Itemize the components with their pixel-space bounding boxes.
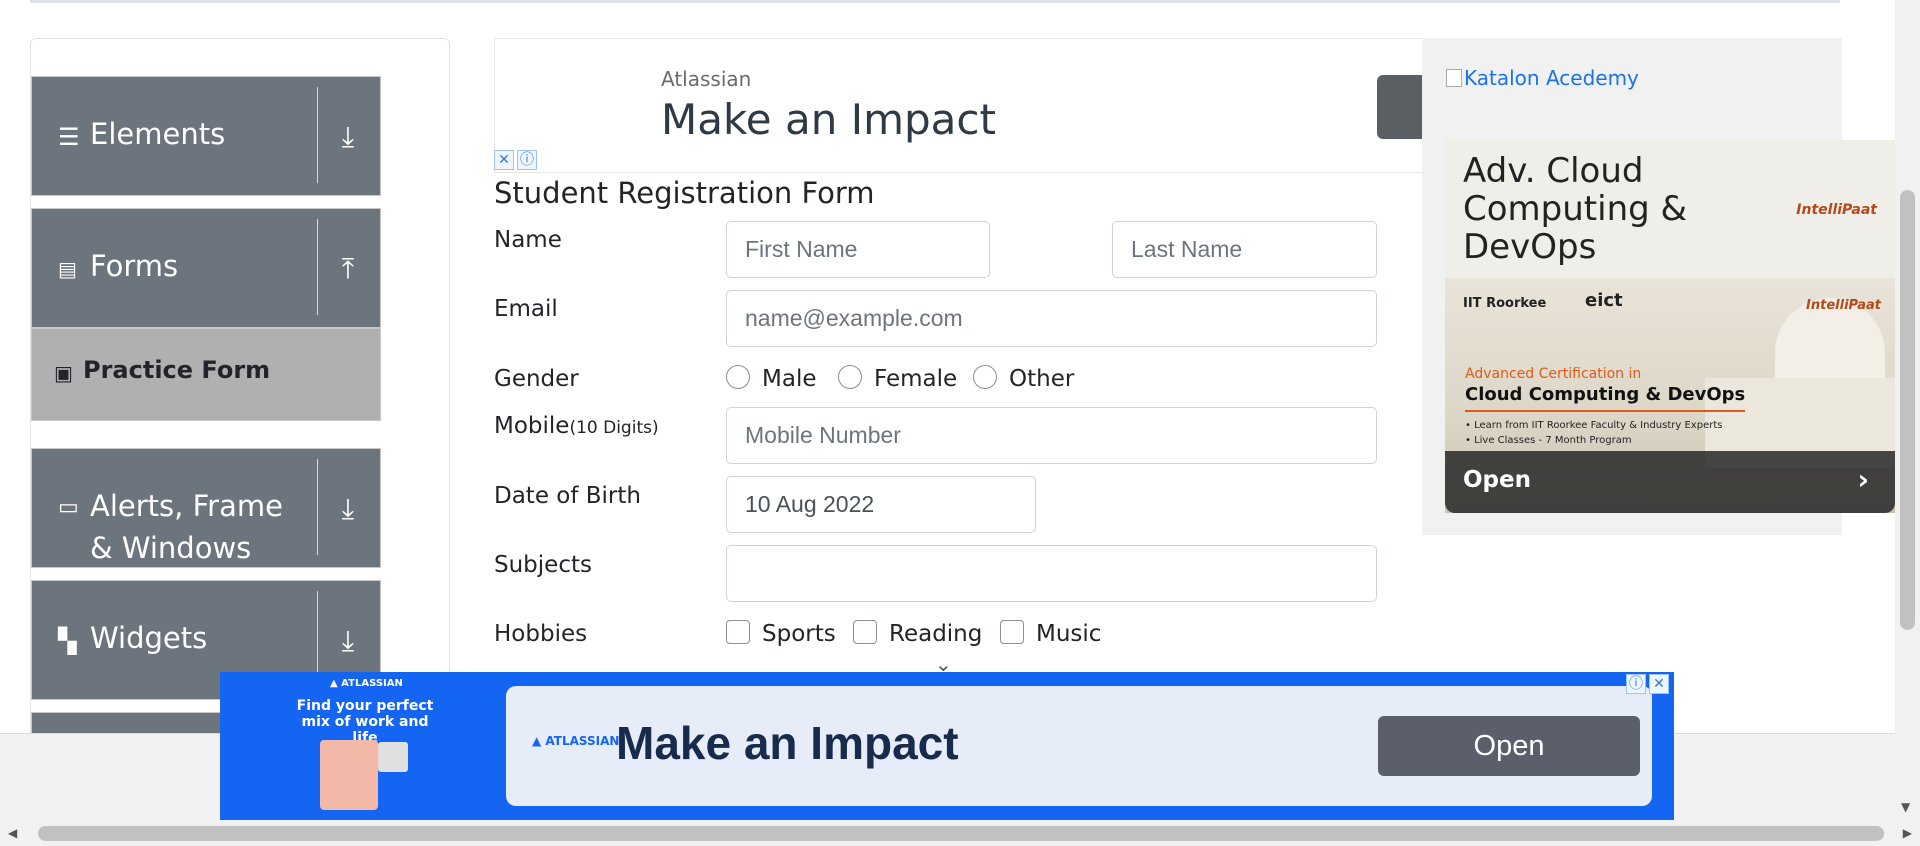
ad-cta-button[interactable] <box>1377 75 1425 139</box>
ad-brand: Atlassian <box>661 67 752 91</box>
page-title: Student Registration Form <box>494 176 875 210</box>
cloud-course-ad[interactable]: Adv. Cloud Computing & DevOps IntelliPaa… <box>1445 140 1895 513</box>
mobile-label-text: Mobile <box>494 413 570 439</box>
sidebar-group-alerts[interactable]: ▭ Alerts, Frame & Windows ⤓ <box>31 448 381 568</box>
bottom-ad-banner[interactable]: ▲ ATLASSIAN Find your perfect mix of wor… <box>220 672 1674 820</box>
page: ☰ Elements ⤓ ▤ Forms ⤒ ▣ Practice Form ▭… <box>0 0 1920 846</box>
hobby-sports-checkbox[interactable] <box>726 620 750 644</box>
hobby-reading-checkbox[interactable] <box>853 620 877 644</box>
ad-photo-small <box>378 742 408 772</box>
email-label: Email <box>494 296 558 322</box>
broken-image-icon <box>1446 69 1462 87</box>
divider <box>317 459 318 555</box>
sidebar-group-label: Forms <box>90 249 179 283</box>
atlassian-logo: ▲ ATLASSIAN <box>330 678 403 689</box>
eict-logo: eict <box>1585 290 1623 311</box>
ad-underline <box>1465 410 1745 412</box>
katalon-ad-alt-text: Katalon Acedemy <box>1464 66 1639 90</box>
chevron-up-icon[interactable]: ⤒ <box>330 255 366 283</box>
ad-subtitle: Advanced Certification in <box>1465 366 1642 382</box>
gender-label: Gender <box>494 366 579 392</box>
mobile-hint: (10 Digits) <box>569 418 659 438</box>
gender-male-label[interactable]: Male <box>762 366 816 392</box>
hobby-music-label[interactable]: Music <box>1036 621 1101 647</box>
ad-main-panel: ▲ ATLASSIAN Make an Impact Open <box>506 686 1652 806</box>
chevron-down-icon[interactable]: ⤓ <box>330 627 366 655</box>
intellipaat-logo: IntelliPaat <box>1796 202 1877 218</box>
form-icon: ▣ <box>54 361 73 385</box>
sidebar-group-forms[interactable]: ▤ Forms ⤒ <box>31 208 381 328</box>
scroll-down-arrow-icon[interactable]: ▼ <box>1901 800 1910 814</box>
top-divider <box>30 0 1840 3</box>
divider <box>317 87 318 183</box>
info-icon[interactable]: ⓘ <box>1626 674 1646 694</box>
intellipaat-logo: IntelliPaat <box>1806 298 1881 313</box>
subjects-input[interactable] <box>726 545 1377 602</box>
last-name-input[interactable]: Last Name <box>1112 221 1377 278</box>
sidebar-item-practice-form[interactable]: ▣ Practice Form <box>31 328 381 421</box>
dob-label: Date of Birth <box>494 483 641 509</box>
sidebar-group-label: Alerts, Frame & Windows <box>90 489 283 565</box>
scroll-right-arrow-icon[interactable]: ▶ <box>1903 826 1912 840</box>
hobby-reading-label[interactable]: Reading <box>889 621 982 647</box>
ad-photo <box>320 740 378 810</box>
scrollbar-thumb[interactable] <box>1900 190 1915 630</box>
hamburger-icon: ☰ <box>58 123 80 151</box>
first-name-input[interactable]: First Name <box>726 221 990 278</box>
ad-headline: Make an Impact <box>661 95 996 144</box>
close-icon[interactable]: ✕ <box>494 150 514 170</box>
scroll-left-arrow-icon[interactable]: ◀ <box>8 826 17 840</box>
chevron-down-icon[interactable]: ⤓ <box>330 495 366 523</box>
mobile-input[interactable]: Mobile Number <box>726 407 1377 464</box>
horizontal-scrollbar[interactable]: ◀ ▶ <box>0 821 1920 846</box>
atlassian-logo: ▲ ATLASSIAN <box>532 734 620 748</box>
gender-other-radio[interactable] <box>973 365 997 389</box>
email-input[interactable]: name@example.com <box>726 290 1377 347</box>
document-icon: ▤ <box>58 257 77 281</box>
hobby-sports-label[interactable]: Sports <box>762 621 836 647</box>
chevron-right-icon: › <box>1857 463 1869 496</box>
sidebar-group-label: Elements <box>90 117 226 151</box>
info-icon[interactable]: ⓘ <box>517 150 537 170</box>
ad-controls: ✕ ⓘ <box>494 150 537 170</box>
gender-female-radio[interactable] <box>838 365 862 389</box>
ad-open-label: Open <box>1463 467 1531 493</box>
ad-course-name: Cloud Computing & DevOps <box>1465 384 1746 405</box>
subjects-label: Subjects <box>494 552 592 578</box>
ad-left-panel: ▲ ATLASSIAN Find your perfect mix of wor… <box>220 672 505 820</box>
ad-tagline: Find your perfect mix of work and life <box>296 698 434 746</box>
ad-open-bar[interactable]: Open › <box>1445 451 1895 513</box>
mobile-label: Mobile(10 Digits) <box>494 413 659 439</box>
widgets-icon: ▚ <box>58 627 77 655</box>
window-icon: ▭ <box>58 495 79 520</box>
scrollbar-thumb[interactable] <box>38 826 1884 841</box>
top-ad-banner[interactable]: Atlassian Make an Impact <box>494 38 1425 173</box>
ad-bullet: • Learn from IIT Roorkee Faculty & Indus… <box>1465 420 1723 431</box>
sidebar-group-elements[interactable]: ☰ Elements ⤓ <box>31 76 381 196</box>
katalon-ad-link[interactable]: Katalon Acedemy <box>1446 66 1639 90</box>
ad-headline: Make an Impact <box>616 717 959 769</box>
sidebar-group-label: Widgets <box>90 621 208 655</box>
gender-female-label[interactable]: Female <box>874 366 957 392</box>
gender-other-label[interactable]: Other <box>1009 366 1074 392</box>
date-of-birth-input[interactable]: 10 Aug 2022 <box>726 476 1036 533</box>
ad-bullet: • Live Classes - 7 Month Program <box>1465 435 1632 446</box>
bottom-ad-controls: ⓘ ✕ <box>1626 674 1669 694</box>
close-icon[interactable]: ✕ <box>1649 674 1669 694</box>
vertical-scrollbar[interactable]: ▼ <box>1895 0 1920 821</box>
gender-male-radio[interactable] <box>726 365 750 389</box>
ad-open-button[interactable]: Open <box>1378 716 1640 776</box>
hobbies-label: Hobbies <box>494 621 588 647</box>
iit-roorkee-logo: IIT Roorkee <box>1463 296 1547 311</box>
ad-title: Adv. Cloud Computing & DevOps <box>1463 151 1688 267</box>
divider <box>317 219 318 315</box>
name-label: Name <box>494 227 562 253</box>
sidebar-item-label: Practice Form <box>83 356 271 384</box>
chevron-down-icon[interactable]: ⤓ <box>330 123 366 151</box>
hobby-music-checkbox[interactable] <box>1000 620 1024 644</box>
